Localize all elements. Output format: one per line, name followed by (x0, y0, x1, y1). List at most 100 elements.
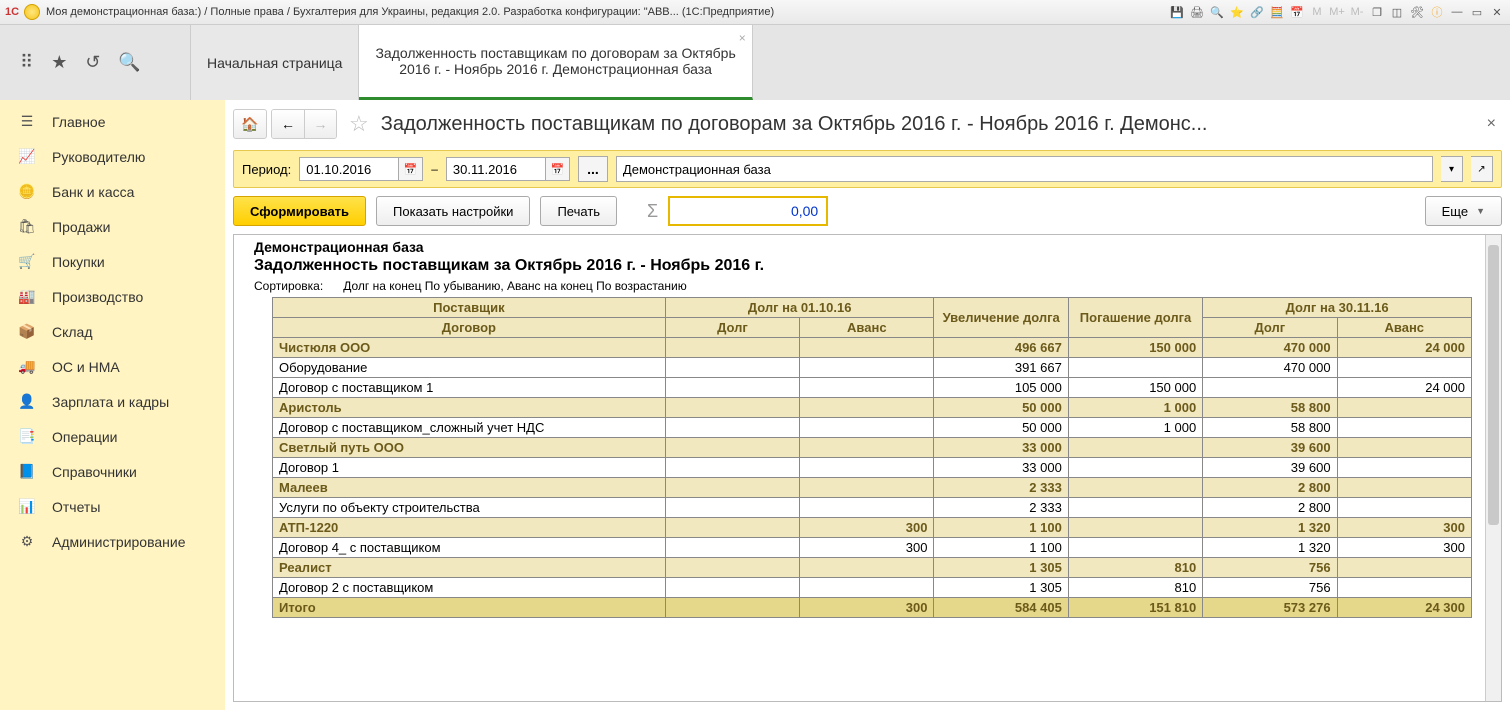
cell-name: Реалист (273, 558, 666, 578)
tab-close-icon[interactable]: × (739, 31, 746, 45)
close-window-icon[interactable]: ✕ (1488, 3, 1506, 21)
favorites-icon[interactable]: ★ (51, 52, 67, 73)
cell-adv-end (1337, 418, 1471, 438)
fav-add-icon[interactable]: ⭐ (1228, 3, 1246, 21)
preview-icon[interactable]: 🔍 (1208, 3, 1226, 21)
sidebar-item-salary[interactable]: 👤Зарплата и кадры (0, 384, 225, 419)
tab-report-active[interactable]: Задолженность поставщикам по договорам з… (359, 25, 752, 100)
date-from-calendar-icon[interactable]: 📅 (399, 157, 423, 181)
settings-button[interactable]: Показать настройки (376, 196, 530, 226)
table-row[interactable]: Аристоль50 0001 00058 800 (273, 398, 1472, 418)
panels-icon[interactable]: ◫ (1388, 3, 1406, 21)
table-row[interactable]: АТП-12203001 1001 320300 (273, 518, 1472, 538)
table-row[interactable]: Светлый путь ООО33 00039 600 (273, 438, 1472, 458)
date-to-calendar-icon[interactable]: 📅 (546, 157, 570, 181)
titlebar: 1C Моя демонстрационная база:) / Полные … (0, 0, 1510, 25)
org-open-icon[interactable]: ↗ (1471, 156, 1493, 182)
m-plus-icon[interactable]: M+ (1328, 3, 1346, 21)
cell-adv (800, 558, 934, 578)
search-icon[interactable]: 🔍 (118, 52, 140, 73)
nav-back-button[interactable]: ← (272, 110, 304, 138)
sum-input[interactable] (668, 196, 828, 226)
close-page-icon[interactable]: × (1481, 115, 1502, 133)
calendar-icon[interactable]: 📅 (1288, 3, 1306, 21)
m-minus-icon[interactable]: M- (1348, 3, 1366, 21)
cell-rep (1068, 538, 1202, 558)
date-to-input[interactable] (446, 157, 546, 181)
print-icon[interactable]: 🖨 (1188, 3, 1206, 21)
vertical-scrollbar[interactable] (1485, 235, 1501, 701)
nav-reports-label: Отчеты (52, 499, 100, 515)
apps-icon[interactable]: ⠿ (20, 52, 33, 73)
sidebar-item-manager[interactable]: 📈Руководителю (0, 139, 225, 174)
sidebar-item-dicts[interactable]: 📘Справочники (0, 454, 225, 489)
filter-bar: Период: 📅 – 📅 ... ▾ ↗ (233, 150, 1502, 188)
tab-active-line1: Задолженность поставщикам по договорам з… (375, 45, 735, 61)
sidebar-item-reports[interactable]: 📊Отчеты (0, 489, 225, 524)
report-area[interactable]: Демонстрационная база Задолженность пост… (233, 234, 1502, 702)
date-from-input[interactable] (299, 157, 399, 181)
table-row[interactable]: Реалист1 305810756 (273, 558, 1472, 578)
tools-icon[interactable]: 🛠 (1408, 3, 1426, 21)
app-1c-icon: 1C (4, 4, 20, 20)
home-button[interactable]: 🏠 (233, 109, 267, 139)
cell-debt-end: 2 800 (1203, 498, 1337, 518)
tab-start-page[interactable]: Начальная страница (190, 25, 359, 100)
sidebar-item-production[interactable]: 🏭Производство (0, 279, 225, 314)
nav-warehouse-label: Склад (52, 324, 93, 340)
nav-back-forward: ← → (271, 109, 337, 139)
table-row[interactable]: Договор 4_ с поставщиком3001 1001 320300 (273, 538, 1472, 558)
table-row[interactable]: Оборудование391 667470 000 (273, 358, 1472, 378)
link-icon[interactable]: 🔗 (1248, 3, 1266, 21)
form-button[interactable]: Сформировать (233, 196, 366, 226)
cell-debt (665, 438, 799, 458)
cell-name: Договор с поставщиком 1 (273, 378, 666, 398)
col-debt-end: Долг на 30.11.16 (1203, 298, 1472, 318)
sidebar-item-sales[interactable]: 🛍Продажи (0, 209, 225, 244)
cell-name: Оборудование (273, 358, 666, 378)
table-row[interactable]: Договор с поставщиком 1105 000150 00024 … (273, 378, 1472, 398)
cell-adv-end (1337, 438, 1471, 458)
favorite-toggle-icon[interactable]: ☆ (349, 111, 369, 137)
table-row[interactable]: Договор 133 00039 600 (273, 458, 1472, 478)
info-icon[interactable]: ⓘ (1428, 3, 1446, 21)
table-row[interactable]: Услуги по объекту строительства2 3332 80… (273, 498, 1472, 518)
nav-forward-button[interactable]: → (304, 110, 336, 138)
history-icon[interactable]: ↺ (85, 52, 100, 73)
table-row[interactable]: Договор с поставщиком_сложный учет НДС50… (273, 418, 1472, 438)
tab-active-line2: 2016 г. - Ноябрь 2016 г. Демонстрационна… (375, 61, 735, 77)
nav-bank-label: Банк и касса (52, 184, 134, 200)
maximize-icon[interactable]: ▭ (1468, 3, 1486, 21)
sidebar-item-os[interactable]: 🚚ОС и НМА (0, 349, 225, 384)
more-button[interactable]: Еще (1425, 196, 1502, 226)
period-picker-button[interactable]: ... (578, 156, 608, 182)
cell-rep: 150 000 (1068, 338, 1202, 358)
sidebar-item-admin[interactable]: ⚙Администрирование (0, 524, 225, 559)
table-row[interactable]: Чистюля ООО496 667150 000470 00024 000 (273, 338, 1472, 358)
window-copy-icon[interactable]: ❐ (1368, 3, 1386, 21)
sidebar-item-main[interactable]: ☰Главное (0, 104, 225, 139)
cell-rep: 1 000 (1068, 418, 1202, 438)
sidebar-item-purchases[interactable]: 🛒Покупки (0, 244, 225, 279)
cell-name: Аристоль (273, 398, 666, 418)
print-button[interactable]: Печать (540, 196, 617, 226)
journal-icon: 📑 (18, 428, 36, 445)
organization-input[interactable] (616, 156, 1433, 182)
sidebar-item-bank[interactable]: 🪙Банк и касса (0, 174, 225, 209)
cell-adv (800, 578, 934, 598)
table-row[interactable]: Малеев2 3332 800 (273, 478, 1472, 498)
minimize-icon[interactable]: — (1448, 3, 1466, 21)
org-dropdown-icon[interactable]: ▾ (1441, 156, 1463, 182)
cell-adv-end (1337, 558, 1471, 578)
cell-debt (665, 538, 799, 558)
page-header: 🏠 ← → ☆ Задолженность поставщикам по дог… (233, 106, 1502, 142)
cell-rep: 810 (1068, 558, 1202, 578)
person-icon: 👤 (18, 393, 36, 410)
sidebar-item-warehouse[interactable]: 📦Склад (0, 314, 225, 349)
calc-icon[interactable]: 🧮 (1268, 3, 1286, 21)
m-icon[interactable]: M (1308, 3, 1326, 21)
cell-rep (1068, 438, 1202, 458)
save-icon[interactable]: 💾 (1168, 3, 1186, 21)
table-row[interactable]: Договор 2 с поставщиком1 305810756 (273, 578, 1472, 598)
sidebar-item-operations[interactable]: 📑Операции (0, 419, 225, 454)
